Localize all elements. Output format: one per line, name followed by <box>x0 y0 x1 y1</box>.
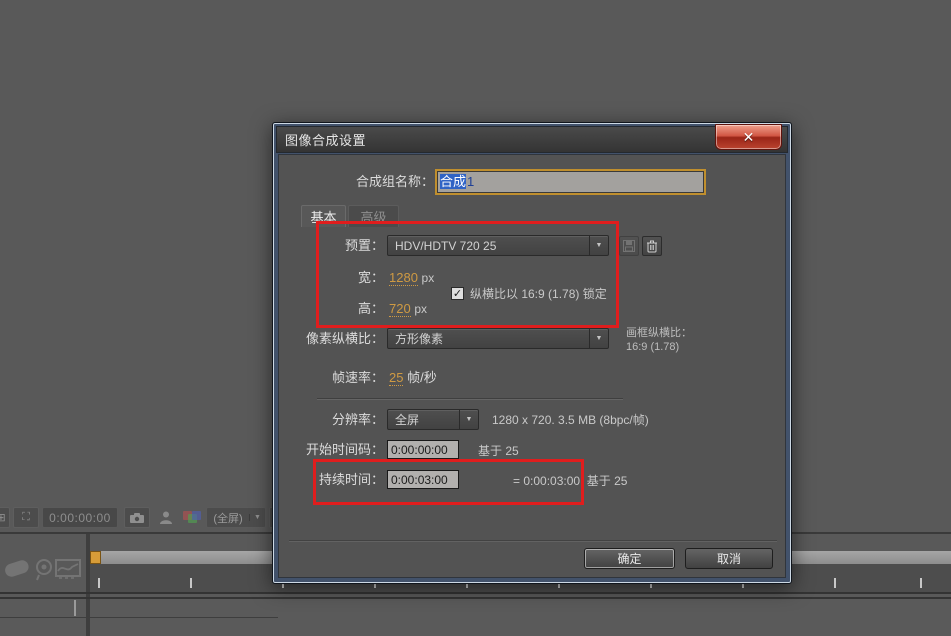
close-icon: ✕ <box>743 129 755 146</box>
channel-colors-icon[interactable] <box>180 507 204 528</box>
cancel-button-label: 取消 <box>717 550 741 567</box>
snapshot-camera-icon[interactable] <box>124 507 150 528</box>
height-label: 高： <box>279 300 384 318</box>
floppy-icon <box>623 240 635 252</box>
dialog-titlebar[interactable]: 图像合成设置 <box>276 126 788 153</box>
dialog-title: 图像合成设置 <box>277 130 366 149</box>
cancel-button[interactable]: 取消 <box>685 548 773 569</box>
aspect-lock-checkbox[interactable]: ✓ <box>451 287 464 300</box>
screen: ⊞ ⛶ 0:00:00:00 (全屏) ▼ <box>0 0 951 636</box>
resolution-info: 1280 x 720. 3.5 MB (8bpc/帧) <box>492 411 649 429</box>
resolution-dropdown[interactable]: 全屏 ▼ <box>387 409 479 430</box>
preset-value: HDV/HDTV 720 25 <box>388 239 589 253</box>
check-icon: ✓ <box>453 288 462 300</box>
dialog-body: 合成组名称： 合成1 基本 高级 预置： HDV/HDTV 720 25 ▼ <box>278 154 786 578</box>
comp-name-input[interactable]: 合成1 <box>437 171 704 193</box>
graph-editor-icon[interactable] <box>55 558 81 587</box>
comp-panel-toolbar: ⊞ ⛶ 0:00:00:00 (全屏) ▼ <box>0 506 278 531</box>
motion-blur-icon[interactable] <box>33 558 55 587</box>
chevron-down-icon: ▼ <box>459 410 478 429</box>
ok-button-label: 确定 <box>617 550 641 567</box>
width-label: 宽： <box>279 269 384 287</box>
duration-info: = 0:00:03:00 基于 25 <box>513 472 627 490</box>
current-time-indicator[interactable] <box>90 551 101 564</box>
frame-rate-row: 25 帧/秒 <box>389 369 437 387</box>
chevron-down-icon: ▼ <box>589 236 608 255</box>
aspect-lock-label: 纵横比以 16:9 (1.78) 锁定 <box>470 285 607 303</box>
comp-name-selected-text: 合成 <box>440 174 466 189</box>
timeline-left-tick <box>74 600 76 616</box>
duration-label: 持续时间： <box>279 471 384 489</box>
timeline-divider2 <box>0 597 951 599</box>
start-timecode-label: 开始时间码： <box>279 441 384 459</box>
frame-blend-icon[interactable] <box>3 558 31 587</box>
resolution-label: 分辨率： <box>279 411 384 429</box>
ruler-tick <box>190 578 192 588</box>
comp-name-label: 合成组名称： <box>279 173 434 191</box>
roi-icon[interactable]: ⛶ <box>13 507 39 528</box>
ok-button[interactable]: 确定 <box>584 548 675 569</box>
width-value[interactable]: 1280 <box>389 270 418 286</box>
tab-basic[interactable]: 基本 <box>301 205 346 227</box>
height-unit: px <box>414 302 427 316</box>
composition-settings-dialog: 图像合成设置 ✕ 合成组名称： 合成1 基本 高级 预置： HDV/HDTV 7… <box>272 122 792 584</box>
frame-rate-value[interactable]: 25 <box>389 370 403 386</box>
pixel-aspect-dropdown[interactable]: 方形像素 ▼ <box>387 328 609 349</box>
grid-icon[interactable]: ⊞ <box>0 507 10 528</box>
chevron-down-icon: ▼ <box>249 514 265 521</box>
pixel-aspect-label: 像素纵横比： <box>279 330 384 348</box>
save-preset-button <box>619 236 639 256</box>
tab-advanced-label: 高级 <box>360 207 386 226</box>
frame-aspect-label: 画框纵横比： <box>626 326 776 340</box>
start-timecode-input[interactable] <box>387 440 459 459</box>
section-divider <box>317 398 623 400</box>
comp-name-rest-text: 1 <box>466 174 474 189</box>
frame-rate-unit: 帧/秒 <box>407 370 437 385</box>
show-snapshot-icon[interactable] <box>156 507 176 528</box>
pixel-aspect-value: 方形像素 <box>388 330 589 347</box>
frame-aspect-value: 16:9 (1.78) <box>626 340 776 354</box>
delete-preset-button[interactable] <box>642 236 662 256</box>
chevron-down-icon: ▼ <box>589 329 608 348</box>
magnification-dropdown[interactable]: (全屏) ▼ <box>206 507 266 528</box>
height-value-row: 720 px <box>389 300 427 318</box>
resolution-value: 全屏 <box>388 411 459 428</box>
height-value[interactable]: 720 <box>389 301 411 317</box>
ruler-tick <box>920 578 922 588</box>
toolbar-timecode[interactable]: 0:00:00:00 <box>42 507 118 528</box>
duration-equals: = 0:00:03:00 <box>513 474 580 488</box>
timeline-left-line <box>0 617 278 618</box>
start-timecode-base: 基于 25 <box>478 442 519 460</box>
preset-dropdown[interactable]: HDV/HDTV 720 25 ▼ <box>387 235 609 256</box>
duration-input[interactable] <box>387 470 459 489</box>
trash-icon <box>646 240 658 253</box>
timeline-divider <box>0 592 951 594</box>
duration-base: 基于 25 <box>587 474 628 488</box>
width-unit: px <box>422 271 435 285</box>
width-value-row: 1280 px <box>389 269 434 287</box>
ruler-tick <box>834 578 836 588</box>
ruler-tick <box>98 578 100 588</box>
button-row-divider <box>289 540 777 542</box>
close-button[interactable]: ✕ <box>715 124 782 150</box>
preset-label: 预置： <box>279 237 384 255</box>
tab-advanced[interactable]: 高级 <box>348 205 399 227</box>
tab-basic-label: 基本 <box>310 207 336 226</box>
frame-aspect-info: 画框纵横比： 16:9 (1.78) <box>626 326 776 354</box>
magnification-value: (全屏) <box>207 510 249 526</box>
frame-rate-label: 帧速率： <box>279 369 384 387</box>
